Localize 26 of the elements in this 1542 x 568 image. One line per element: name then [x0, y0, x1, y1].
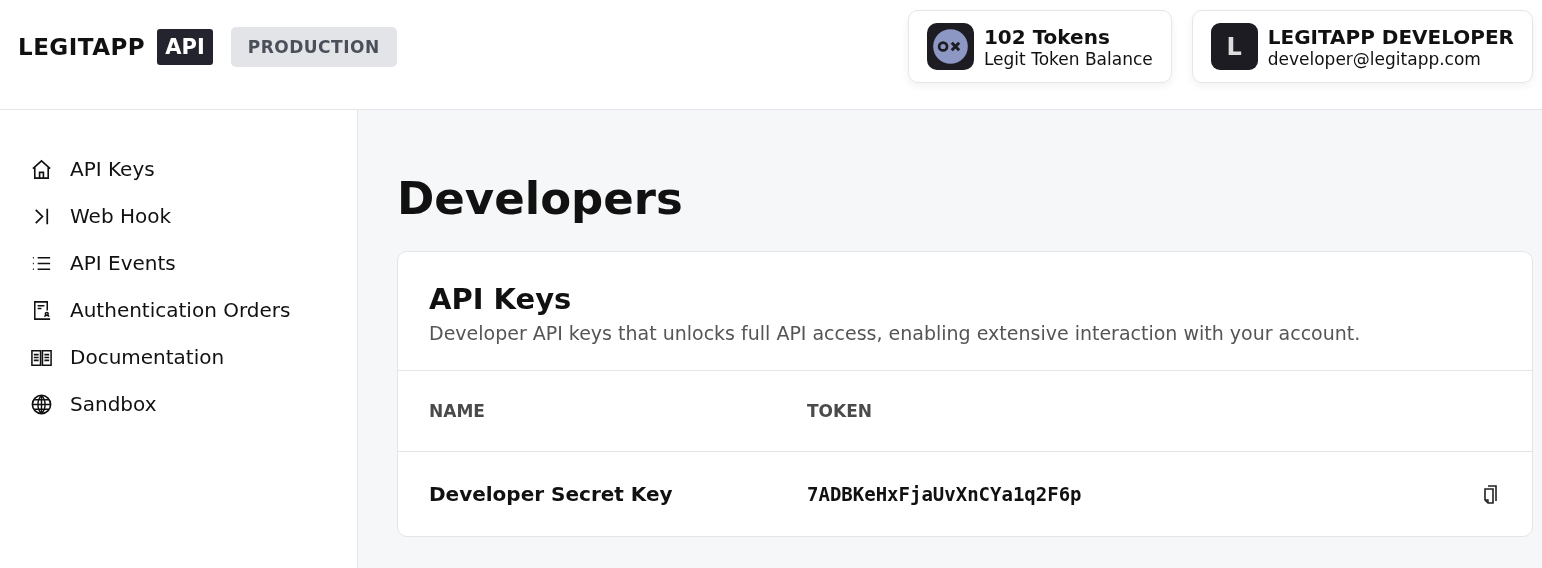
sidebar-item[interactable]: API Keys [0, 151, 357, 187]
token-cell-text: 7ADBKeHxFjaUvXnCYa1q2F6p [807, 483, 1083, 505]
card-description: Developer API keys that unlocks full API access, enabling extensive interaction with your account. [429, 322, 1362, 344]
account-name: LEGITAPP DEVELOPER [1267, 24, 1514, 49]
logo-text: LEGITAPP [18, 34, 146, 60]
column-header: NAME [429, 401, 486, 421]
sidebar-item[interactable]: API Events [0, 245, 357, 281]
sidebar-item[interactable]: Web Hook [0, 198, 357, 234]
sidebar-item[interactable]: Documentation [0, 339, 357, 375]
card-title: API Keys [429, 282, 573, 316]
token-count: 102 Tokens [983, 24, 1111, 49]
account-card[interactable]: L LEGITAPP DEVELOPER developer@legitapp.com [1191, 10, 1533, 83]
token-balance-card[interactable]: 102 Tokens Legit Token Balance [907, 10, 1172, 83]
account-email: developer@legitapp.com [1267, 48, 1482, 69]
page-title: Developers [397, 172, 684, 225]
environment-badge: PRODUCTION [230, 27, 397, 67]
token-balance-label: Legit Token Balance [983, 48, 1153, 69]
sidebar-item[interactable]: Authentication Orders [0, 292, 357, 328]
globe-icon [30, 392, 53, 416]
home-icon [30, 157, 53, 181]
token-coin-icon [926, 23, 974, 70]
column-header: TOKEN [807, 401, 874, 421]
account-avatar: L [1210, 23, 1258, 70]
api-badge: API [157, 29, 213, 65]
sidebar-item[interactable]: Sandbox [0, 386, 357, 422]
key-name-cell-text: Developer Secret Key [429, 482, 674, 506]
